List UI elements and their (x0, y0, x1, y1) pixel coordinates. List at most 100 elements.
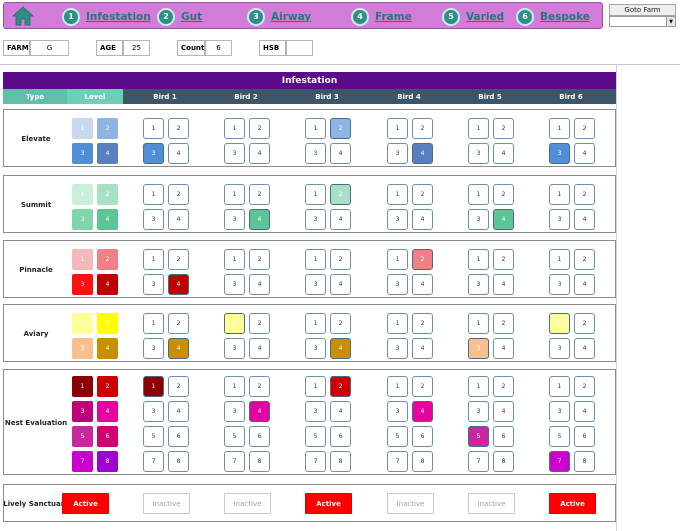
score-cell-bird-6[interactable]: 1 (549, 184, 570, 205)
score-cell-bird-3[interactable]: 7 (305, 451, 326, 472)
score-cell-bird-1[interactable]: 1 (143, 249, 164, 270)
score-cell-bird-4[interactable]: 6 (412, 426, 433, 447)
score-cell-bird-4[interactable]: 4 (412, 338, 433, 359)
score-cell-bird-6[interactable]: 4 (574, 274, 595, 295)
score-cell-bird-6[interactable]: 5 (549, 426, 570, 447)
score-cell-bird-4[interactable]: 2 (412, 184, 433, 205)
score-cell-bird-2[interactable]: 3 (224, 338, 245, 359)
nav-link-label[interactable]: Airway (271, 11, 311, 23)
score-cell-bird-5[interactable]: 3 (468, 274, 489, 295)
score-cell-bird-1[interactable]: 2 (168, 184, 189, 205)
score-cell-bird-3[interactable]: 5 (305, 426, 326, 447)
score-cell-bird-6[interactable]: 2 (574, 313, 595, 334)
score-cell-bird-1[interactable]: 2 (168, 118, 189, 139)
score-cell-bird-4[interactable]: 2 (412, 376, 433, 397)
score-cell-bird-3[interactable]: 2 (330, 376, 351, 397)
score-cell-bird-2[interactable]: 5 (224, 426, 245, 447)
score-cell-bird-6[interactable]: 2 (574, 249, 595, 270)
score-cell-bird-5[interactable]: 3 (468, 401, 489, 422)
score-cell-bird-6[interactable]: 3 (549, 401, 570, 422)
score-cell-bird-1[interactable]: 2 (168, 376, 189, 397)
score-cell-bird-6[interactable]: 3 (549, 338, 570, 359)
score-cell-bird-4[interactable]: 3 (387, 274, 408, 295)
score-cell-bird-1[interactable]: 4 (168, 209, 189, 230)
score-cell-bird-3[interactable]: 1 (305, 249, 326, 270)
goto-farm-dropdown[interactable]: ▼ (609, 16, 676, 27)
score-cell-bird-2[interactable]: 2 (249, 184, 270, 205)
status-toggle-button[interactable]: Active (549, 493, 596, 514)
score-cell-bird-3[interactable]: 6 (330, 426, 351, 447)
score-cell-bird-5[interactable]: 7 (468, 451, 489, 472)
score-cell-bird-3[interactable]: 2 (330, 118, 351, 139)
score-cell-bird-2[interactable]: 2 (249, 376, 270, 397)
score-cell-bird-2[interactable]: 3 (224, 143, 245, 164)
score-cell-bird-5[interactable]: 1 (468, 376, 489, 397)
score-cell-bird-2[interactable]: 1 (224, 118, 245, 139)
status-toggle-button[interactable]: Inactive (468, 493, 515, 514)
score-cell-bird-6[interactable]: 3 (549, 143, 570, 164)
score-cell-bird-4[interactable]: 3 (387, 143, 408, 164)
score-cell-bird-1[interactable]: 3 (143, 274, 164, 295)
score-cell-bird-4[interactable]: 2 (412, 313, 433, 334)
score-cell-bird-6[interactable]: 4 (574, 401, 595, 422)
score-cell-bird-3[interactable]: 3 (305, 274, 326, 295)
goto-farm-button[interactable]: Goto Farm (609, 4, 676, 16)
score-cell-bird-3[interactable]: 4 (330, 209, 351, 230)
score-cell-bird-6[interactable]: 6 (574, 426, 595, 447)
score-cell-bird-2[interactable]: 3 (224, 274, 245, 295)
score-cell-bird-3[interactable]: 1 (305, 118, 326, 139)
score-cell-bird-2[interactable]: 4 (249, 209, 270, 230)
score-cell-bird-5[interactable]: 5 (468, 426, 489, 447)
score-cell-bird-6[interactable]: 1 (549, 376, 570, 397)
score-cell-bird-3[interactable]: 2 (330, 313, 351, 334)
score-cell-bird-4[interactable]: 4 (412, 401, 433, 422)
score-cell-bird-1[interactable]: 2 (168, 313, 189, 334)
score-cell-bird-1[interactable]: 7 (143, 451, 164, 472)
score-cell-bird-1[interactable]: 5 (143, 426, 164, 447)
score-cell-bird-5[interactable]: 4 (493, 209, 514, 230)
score-cell-bird-6[interactable]: 8 (574, 451, 595, 472)
score-cell-bird-1[interactable]: 3 (143, 143, 164, 164)
status-toggle-button[interactable]: Inactive (387, 493, 434, 514)
age-field[interactable]: 25 (123, 40, 150, 56)
nav-item-frame[interactable]: 4 Frame (351, 6, 412, 27)
score-cell-bird-5[interactable]: 8 (493, 451, 514, 472)
score-cell-bird-2[interactable]: 2 (249, 118, 270, 139)
nav-item-bespoke[interactable]: 6 Bespoke (516, 6, 590, 27)
status-toggle-button[interactable]: Inactive (143, 493, 190, 514)
score-cell-bird-3[interactable]: 1 (305, 376, 326, 397)
score-cell-bird-6[interactable]: 4 (574, 338, 595, 359)
score-cell-bird-4[interactable]: 7 (387, 451, 408, 472)
score-cell-bird-3[interactable]: 3 (305, 338, 326, 359)
score-cell-bird-6[interactable]: 4 (574, 209, 595, 230)
score-cell-bird-5[interactable]: 2 (493, 313, 514, 334)
score-cell-bird-3[interactable]: 1 (305, 313, 326, 334)
nav-link-label[interactable]: Infestation (86, 11, 151, 23)
score-cell-bird-1[interactable]: 4 (168, 143, 189, 164)
score-cell-bird-6[interactable]: 1 (549, 313, 570, 334)
score-cell-bird-3[interactable]: 8 (330, 451, 351, 472)
score-cell-bird-6[interactable]: 3 (549, 209, 570, 230)
score-cell-bird-5[interactable]: 6 (493, 426, 514, 447)
score-cell-bird-1[interactable]: 4 (168, 401, 189, 422)
score-cell-bird-2[interactable]: 1 (224, 249, 245, 270)
score-cell-bird-4[interactable]: 4 (412, 274, 433, 295)
score-cell-bird-5[interactable]: 1 (468, 313, 489, 334)
score-cell-bird-2[interactable]: 3 (224, 209, 245, 230)
score-cell-bird-5[interactable]: 1 (468, 184, 489, 205)
score-cell-bird-5[interactable]: 2 (493, 376, 514, 397)
hsb-field[interactable] (286, 40, 313, 56)
score-cell-bird-1[interactable]: 8 (168, 451, 189, 472)
farm-field[interactable]: G (30, 40, 69, 56)
score-cell-bird-4[interactable]: 3 (387, 209, 408, 230)
score-cell-bird-4[interactable]: 1 (387, 376, 408, 397)
score-cell-bird-1[interactable]: 1 (143, 313, 164, 334)
score-cell-bird-4[interactable]: 1 (387, 249, 408, 270)
score-cell-bird-4[interactable]: 4 (412, 143, 433, 164)
score-cell-bird-2[interactable]: 7 (224, 451, 245, 472)
score-cell-bird-1[interactable]: 3 (143, 338, 164, 359)
score-cell-bird-5[interactable]: 2 (493, 249, 514, 270)
nav-link-label[interactable]: Frame (375, 11, 412, 23)
score-cell-bird-4[interactable]: 5 (387, 426, 408, 447)
score-cell-bird-6[interactable]: 1 (549, 118, 570, 139)
